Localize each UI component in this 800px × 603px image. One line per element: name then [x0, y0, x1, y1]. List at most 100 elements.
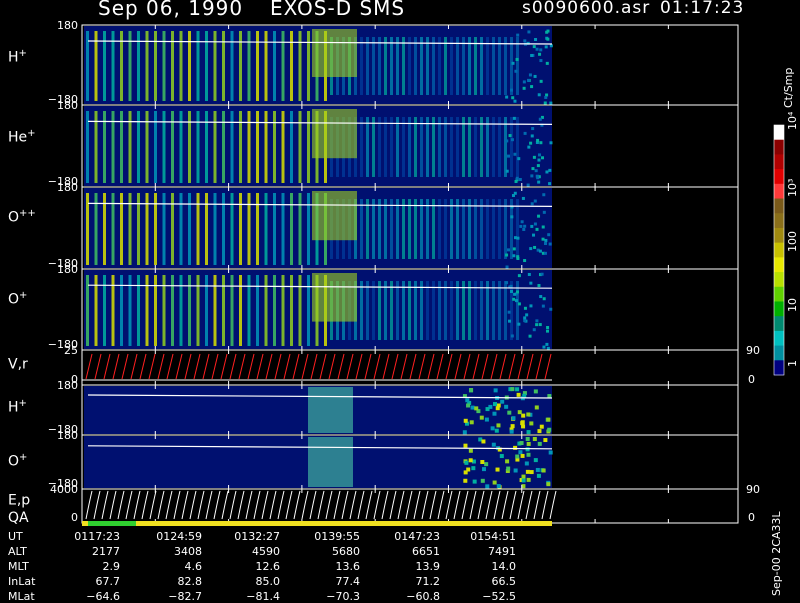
speckle-6 — [524, 461, 529, 466]
speckle-6 — [484, 462, 489, 467]
ephemeris-row-label: MLat — [8, 590, 35, 603]
speckle-5 — [468, 388, 473, 393]
panel-ybottom-7: 0 — [71, 511, 78, 524]
stripe-1 — [402, 117, 405, 177]
speckle-0 — [527, 30, 531, 34]
speckle-6 — [529, 470, 534, 475]
stripe-3 — [378, 281, 381, 340]
speckle-5 — [534, 405, 539, 410]
ephemeris-cell: 0132:27 — [234, 530, 280, 543]
ephemeris-cell: 0139:55 — [314, 530, 360, 543]
stripe-3 — [414, 281, 417, 340]
speckle-5 — [546, 417, 551, 422]
speckle-5 — [500, 399, 505, 404]
speckle-0 — [522, 80, 526, 84]
speckle-6 — [506, 466, 511, 471]
speckle-1 — [539, 141, 543, 145]
ephemeris-cell: 6651 — [412, 545, 440, 558]
speckle-2 — [523, 259, 527, 263]
speckle-0 — [511, 96, 515, 100]
colorbar-cell — [774, 360, 784, 376]
stripe-2 — [492, 199, 495, 259]
speckle-0 — [539, 79, 543, 83]
speckle-2 — [548, 242, 552, 246]
speckle-5 — [492, 402, 497, 407]
stripe-1 — [438, 117, 441, 177]
stripe-2 — [256, 193, 259, 265]
stripe-0 — [486, 37, 489, 95]
stripe-2 — [247, 193, 251, 265]
stripe-0 — [402, 37, 405, 95]
speckle-1 — [534, 169, 538, 173]
stripe-3 — [498, 281, 501, 340]
stripe-1 — [264, 111, 268, 183]
speckle-1 — [536, 138, 540, 142]
panel-label-sup: + — [18, 398, 27, 409]
speckle-2 — [535, 227, 539, 231]
speckle-2 — [529, 247, 533, 251]
speckle-2 — [520, 220, 524, 224]
ephemeris-cell: 0117:23 — [74, 530, 120, 543]
speckle-1 — [549, 141, 553, 145]
speckle-5 — [537, 429, 542, 434]
stripe-2 — [420, 199, 423, 259]
panel-label-1: He+ — [8, 128, 36, 146]
ephemeris-cell: 0154:51 — [470, 530, 516, 543]
stripe-0 — [450, 37, 453, 95]
speckle-3 — [523, 316, 527, 320]
speckle-2 — [533, 222, 537, 226]
speckle-5 — [521, 413, 526, 418]
side-label: Sep-00 2CA33L — [770, 511, 783, 596]
speckle-3 — [542, 297, 546, 301]
stripe-2 — [504, 199, 507, 259]
colorbar-tick: 10³ — [786, 178, 799, 197]
panel-label-4: V,r — [8, 355, 28, 373]
speckle-6 — [480, 459, 485, 464]
stripe-2 — [366, 199, 369, 259]
stripe-1 — [290, 111, 293, 183]
speckle-2 — [510, 215, 514, 219]
speckle-0 — [516, 33, 520, 37]
stripe-2 — [290, 193, 293, 265]
speckle-6 — [526, 441, 531, 446]
ephemeris-cell: 66.5 — [491, 575, 517, 588]
speckle-6 — [535, 467, 540, 472]
stripe-2 — [390, 199, 393, 259]
stripe-0 — [420, 37, 423, 95]
speckle-0 — [539, 59, 543, 63]
stripe-1 — [273, 111, 276, 183]
stripe-1 — [504, 117, 507, 177]
speckle-0 — [528, 73, 532, 77]
speckle-5 — [504, 404, 509, 409]
speckle-0 — [546, 37, 550, 41]
stripe-3 — [444, 281, 447, 340]
speckle-5 — [462, 430, 467, 435]
speckle-6 — [463, 443, 468, 448]
speckle-0 — [545, 61, 549, 65]
speckle-6 — [480, 478, 485, 483]
speckle-6 — [471, 466, 476, 471]
speckle-1 — [541, 156, 545, 160]
speckle-2 — [538, 249, 542, 253]
speckle-6 — [536, 473, 541, 478]
panel-ytop-5: 180 — [57, 379, 78, 392]
stripe-3 — [307, 275, 310, 346]
ephemeris-cell: 4.6 — [184, 560, 203, 573]
stripe-0 — [390, 37, 393, 95]
speckle-5 — [526, 430, 531, 435]
speckle-2 — [547, 233, 551, 237]
stripe-0 — [290, 31, 293, 101]
stripe-0 — [360, 37, 363, 95]
speckle-2 — [511, 194, 515, 198]
speckle-5 — [529, 421, 534, 426]
panel-right-bottom-7: 0 — [748, 511, 755, 524]
speckle-3 — [540, 272, 544, 276]
panel-label-sup: + — [19, 452, 28, 463]
stripe-1 — [247, 111, 251, 183]
ephemeris-cell: 71.2 — [415, 575, 441, 588]
panel-label-sup: ++ — [19, 208, 36, 219]
stripe-3 — [298, 275, 302, 346]
speckle-0 — [522, 86, 526, 90]
panel-right-bottom-4: 0 — [748, 373, 755, 386]
ephemeris-cell: 13.9 — [415, 560, 441, 573]
